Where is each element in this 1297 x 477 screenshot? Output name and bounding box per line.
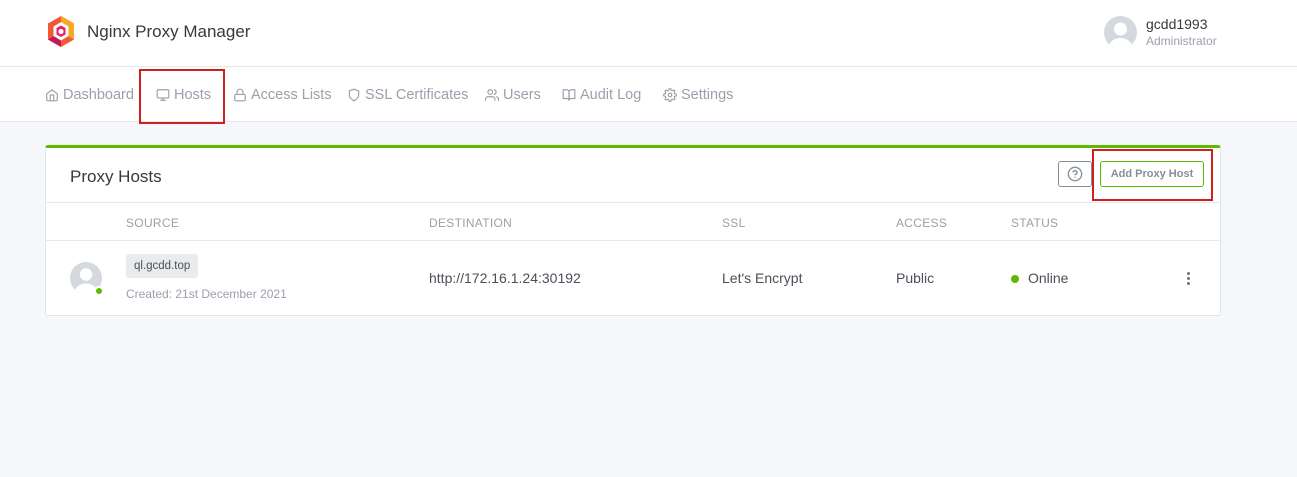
- nav-label-users: Users: [503, 86, 541, 103]
- book-icon: [562, 88, 576, 101]
- ssl-cell: Let's Encrypt: [722, 270, 803, 286]
- nav-item-settings[interactable]: Settings: [663, 67, 733, 122]
- status-dot: [1011, 275, 1019, 283]
- nav-item-dashboard[interactable]: Dashboard: [45, 67, 134, 122]
- user-name: gcdd1993: [1146, 16, 1208, 32]
- col-header-ssl: SSL: [722, 216, 746, 230]
- nav-item-audit-log[interactable]: Audit Log: [562, 67, 641, 122]
- col-header-status: STATUS: [1011, 216, 1059, 230]
- card-title: Proxy Hosts: [70, 167, 162, 186]
- nginx-proxy-manager-logo-icon: [48, 16, 74, 47]
- app-title: Nginx Proxy Manager: [87, 21, 251, 41]
- row-actions-menu-icon[interactable]: [1180, 269, 1196, 287]
- status-cell: Online: [1028, 270, 1069, 286]
- col-header-destination: DESTINATION: [429, 216, 513, 230]
- home-icon: [46, 88, 58, 101]
- add-proxy-host-highlight-box: [1092, 149, 1213, 201]
- nav-label-dashboard: Dashboard: [63, 86, 134, 103]
- user-role: Administrator: [1146, 34, 1217, 48]
- lock-icon: [234, 88, 246, 101]
- hosts-highlight-box: [139, 69, 225, 124]
- nav-label-audit-log: Audit Log: [580, 86, 642, 103]
- nav-item-users[interactable]: Users: [485, 67, 541, 122]
- created-date: Created: 21st December 2021: [126, 287, 287, 301]
- access-cell: Public: [896, 270, 935, 286]
- shield-icon: [348, 88, 360, 101]
- users-icon: [485, 88, 499, 101]
- nav-label-ssl-certificates: SSL Certificates: [365, 86, 469, 103]
- col-header-access: ACCESS: [896, 216, 948, 230]
- table-header-divider: [46, 240, 1220, 241]
- nav-label-settings: Settings: [681, 86, 734, 103]
- nav-item-ssl-certificates[interactable]: SSL Certificates: [347, 67, 468, 122]
- help-circle-icon: [1067, 166, 1083, 182]
- card-header-divider: [46, 202, 1220, 203]
- host-online-indicator: [94, 286, 104, 296]
- source-domain-tag[interactable]: ql.gcdd.top: [126, 254, 199, 278]
- user-avatar: [1104, 15, 1137, 49]
- gear-icon: [663, 87, 677, 102]
- user-menu[interactable]: gcdd1993 Administrator: [1104, 15, 1217, 49]
- nav-item-access-lists[interactable]: Access Lists: [233, 67, 332, 122]
- nav-label-access-lists: Access Lists: [251, 86, 332, 103]
- top-header: Nginx Proxy Manager gcdd1993 Administrat…: [0, 0, 1297, 67]
- help-button[interactable]: [1058, 161, 1092, 187]
- proxy-hosts-card: Proxy Hosts Add Proxy Host SOURCE DESTIN…: [45, 145, 1221, 316]
- brand[interactable]: Nginx Proxy Manager: [46, 15, 250, 48]
- user-silhouette-icon: [1108, 22, 1133, 49]
- col-header-source: SOURCE: [126, 216, 180, 230]
- destination-cell: http://172.16.1.24:30192: [429, 270, 581, 286]
